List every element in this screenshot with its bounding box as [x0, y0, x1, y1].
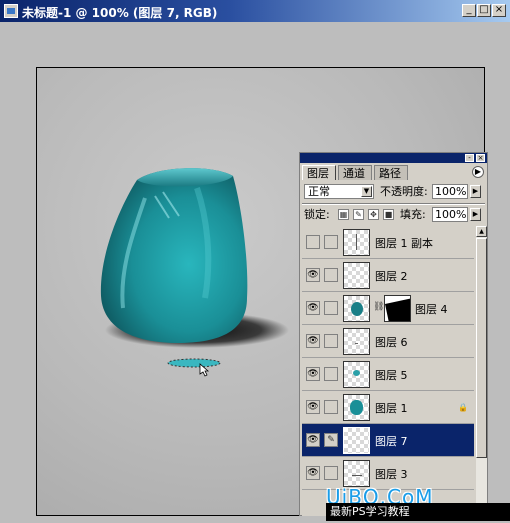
lock-image-brush-icon[interactable]: ✎	[353, 209, 364, 220]
layer-row[interactable]: 👁 图层 1 🔒	[302, 391, 474, 424]
eye-icon[interactable]: 👁	[306, 433, 320, 447]
layer-name[interactable]: 图层 6	[375, 334, 408, 350]
layer-row-selected[interactable]: 👁 ✎ 图层 7	[302, 424, 474, 457]
layer-thumbnail	[343, 460, 370, 487]
layer-name[interactable]: 图层 1	[375, 400, 408, 416]
lock-transparency-icon[interactable]: ▦	[338, 209, 349, 220]
link-toggle[interactable]	[324, 400, 338, 414]
visibility-toggle[interactable]	[306, 235, 320, 249]
eye-icon[interactable]: 👁	[306, 400, 320, 414]
panel-close-icon[interactable]: ×	[476, 154, 485, 162]
eye-icon[interactable]: 👁	[306, 268, 320, 282]
layer-thumbnail	[343, 295, 370, 322]
link-toggle[interactable]	[324, 367, 338, 381]
lock-fill-row: 锁定: ▦ ✎ ✥ ■ 填充: 100% ▶	[304, 207, 485, 223]
photoshop-document-window: 未标题-1 @ 100% (图层 7, RGB) _ □ × - × 图层 通道…	[0, 0, 510, 523]
layer-name[interactable]: 图层 4	[415, 301, 448, 317]
vase-body	[100, 168, 248, 343]
close-button[interactable]: ×	[492, 4, 506, 17]
lock-position-move-icon[interactable]: ✥	[368, 209, 379, 220]
layer-thumbnail	[343, 262, 370, 289]
footer-caption: 最新PS学习教程	[326, 503, 510, 521]
link-toggle[interactable]	[324, 301, 338, 315]
panel-title-bar[interactable]: - ×	[300, 153, 487, 163]
layers-list: 图层 1 副本 👁 图层 2 👁 ⛓ 图层 4 👁 图层 6 👁 图层 5 👁 …	[302, 226, 474, 516]
link-toggle[interactable]	[324, 268, 338, 282]
padlock-icon: 🔒	[458, 403, 468, 412]
layer-name[interactable]: 图层 2	[375, 268, 408, 284]
tab-paths[interactable]: 路径	[374, 165, 408, 180]
layer-thumbnail	[343, 361, 370, 388]
panel-menu-arrow-icon[interactable]: ▶	[472, 166, 484, 178]
layer-name[interactable]: 图层 5	[375, 367, 408, 383]
fill-arrow-icon[interactable]: ▶	[470, 208, 481, 221]
divider	[302, 203, 485, 205]
layers-scrollbar[interactable]: ▲ ▼	[476, 226, 487, 516]
link-toggle[interactable]	[324, 334, 338, 348]
panel-minimize-icon[interactable]: -	[465, 154, 474, 162]
layer-row[interactable]: 👁 ⛓ 图层 4	[302, 292, 474, 325]
layers-panel: - × 图层 通道 路径 ▶ 正常 ▼ 不透明度: 100% ▶ 锁定: ▦ ✎…	[299, 152, 488, 516]
layer-row[interactable]: 👁 图层 2	[302, 259, 474, 292]
lock-label: 锁定:	[304, 208, 330, 221]
link-toggle[interactable]	[324, 235, 338, 249]
fill-input[interactable]: 100%	[432, 207, 468, 222]
mask-link-chain-icon[interactable]: ⛓	[373, 302, 384, 312]
layer-name[interactable]: 图层 3	[375, 466, 408, 482]
window-title: 未标题-1 @ 100% (图层 7, RGB)	[22, 6, 218, 20]
layer-thumbnail	[343, 229, 370, 256]
window-title-bar[interactable]: 未标题-1 @ 100% (图层 7, RGB) _ □ ×	[0, 0, 510, 22]
panel-tabs: 图层 通道 路径	[302, 165, 485, 180]
layer-name[interactable]: 图层 7	[375, 433, 408, 449]
blend-opacity-row: 正常 ▼ 不透明度: 100% ▶	[304, 184, 485, 200]
link-toggle[interactable]	[324, 466, 338, 480]
minimize-button[interactable]: _	[462, 4, 476, 17]
layer-row[interactable]: 图层 1 副本	[302, 226, 474, 259]
blend-mode-value: 正常	[308, 185, 330, 198]
photoshop-app-icon	[4, 4, 18, 18]
eye-icon[interactable]: 👁	[306, 466, 320, 480]
opacity-input[interactable]: 100%	[432, 184, 468, 199]
chevron-down-icon: ▼	[361, 186, 372, 197]
selection-marquee	[167, 358, 221, 368]
blend-mode-select[interactable]: 正常 ▼	[304, 184, 374, 199]
scroll-up-icon[interactable]: ▲	[476, 226, 487, 237]
opacity-arrow-icon[interactable]: ▶	[470, 185, 481, 198]
layer-mask-thumbnail[interactable]	[384, 295, 411, 322]
layer-row[interactable]: 👁 图层 5	[302, 358, 474, 391]
layer-thumbnail	[343, 427, 370, 454]
layer-name[interactable]: 图层 1 副本	[375, 235, 433, 251]
lock-all-padlock-icon[interactable]: ■	[383, 209, 394, 220]
maximize-button[interactable]: □	[477, 4, 491, 17]
paintbrush-icon[interactable]: ✎	[324, 433, 338, 447]
layer-row[interactable]: 👁 图层 6	[302, 325, 474, 358]
eye-icon[interactable]: 👁	[306, 367, 320, 381]
opacity-label: 不透明度:	[380, 185, 428, 198]
tab-channels[interactable]: 通道	[338, 165, 372, 180]
layer-thumbnail	[343, 394, 370, 421]
scrollbar-thumb[interactable]	[476, 238, 487, 458]
fill-label: 填充:	[400, 208, 426, 221]
layer-thumbnail	[343, 328, 370, 355]
eye-icon[interactable]: 👁	[306, 301, 320, 315]
eye-icon[interactable]: 👁	[306, 334, 320, 348]
tab-layers[interactable]: 图层	[302, 165, 336, 180]
